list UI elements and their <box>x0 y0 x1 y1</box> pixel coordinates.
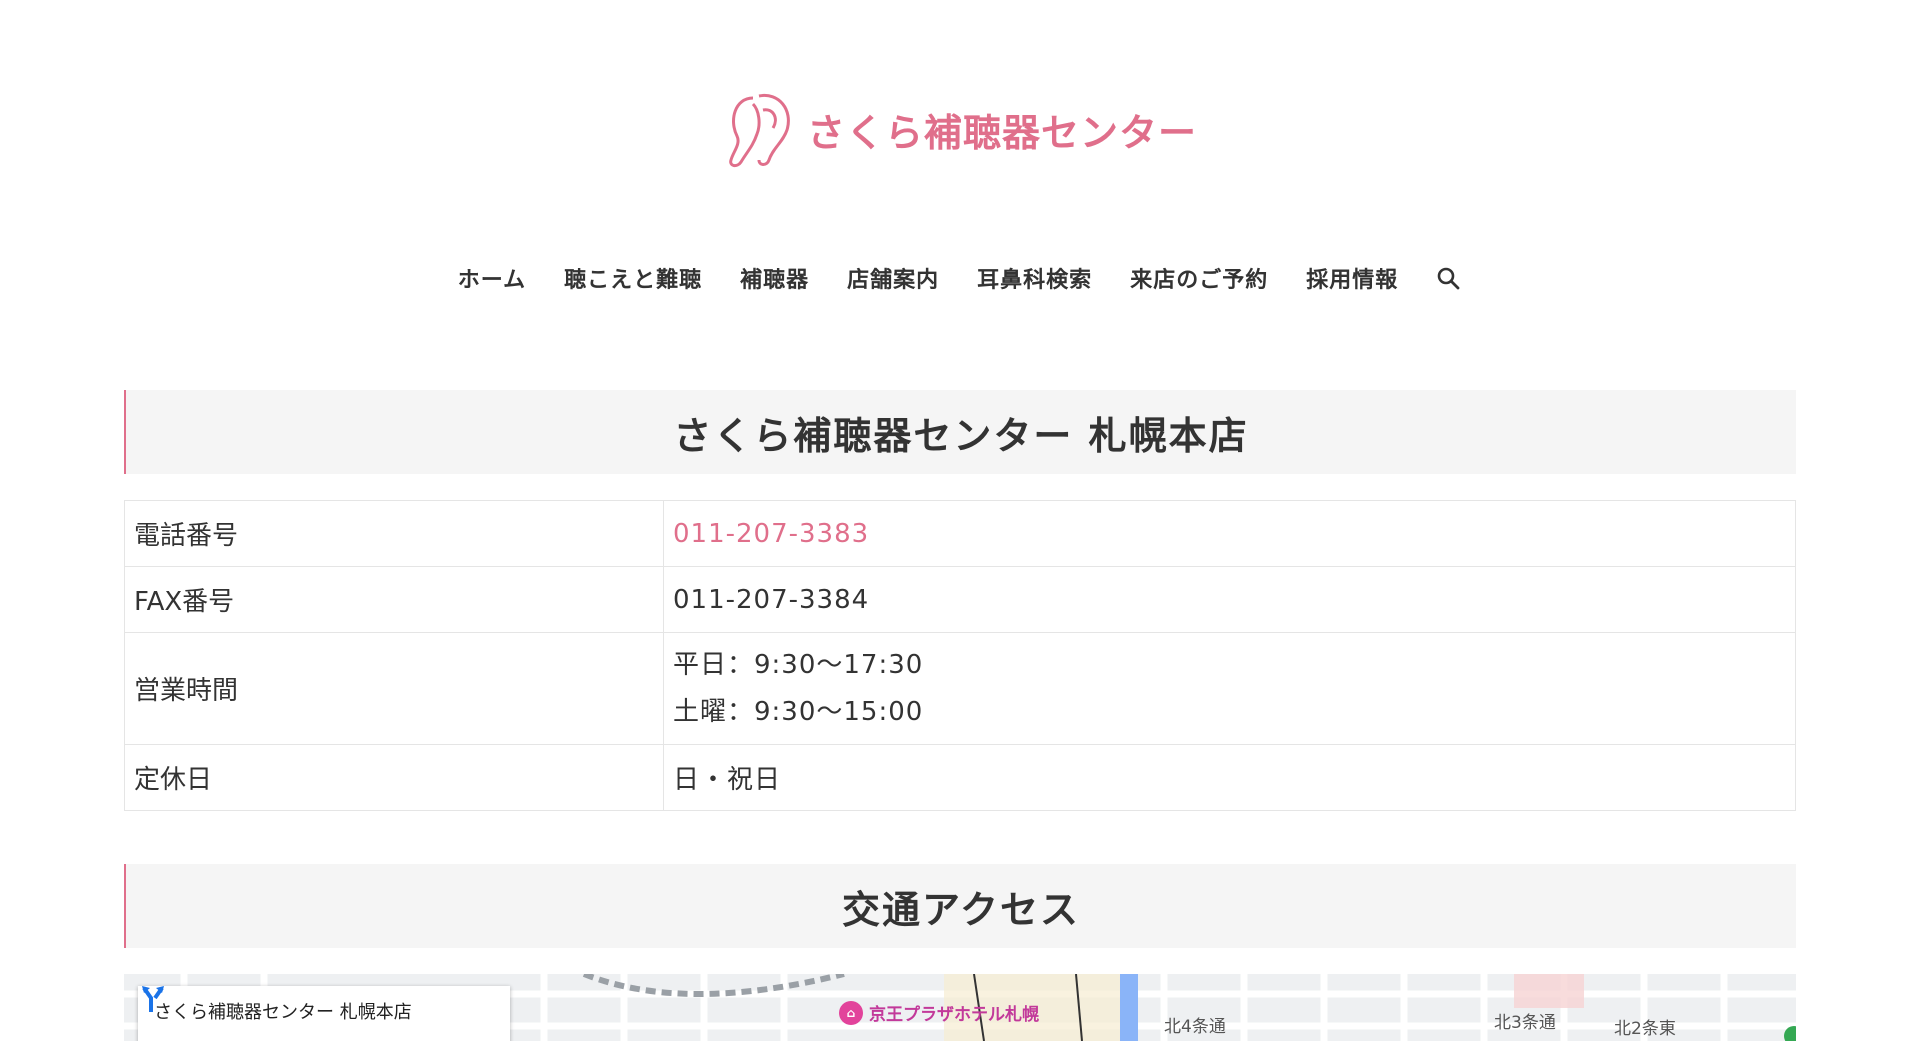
nav-item-hearing[interactable]: 聴こえと難聴 <box>564 262 702 294</box>
hotel-pin-icon: ⌂ <box>839 1000 863 1025</box>
hotel-map-label[interactable]: ⌂ 京王プラザホテル札幌 <box>839 1000 1039 1025</box>
table-row: 営業時間 平日：9:30〜17:30 土曜：9:30〜15:00 <box>124 632 1796 745</box>
access-heading-box: 交通アクセス <box>124 864 1796 948</box>
main-nav: ホーム 聴こえと難聴 補聴器 店舗案内 耳鼻科検索 来店のご予約 採用情報 <box>0 262 1920 294</box>
table-row: 電話番号 011-207-3383 <box>124 500 1796 567</box>
nav-item-home[interactable]: ホーム <box>458 262 526 294</box>
street-label: 北4条通 <box>1164 1017 1226 1037</box>
hours-saturday: 土曜：9:30〜15:00 <box>673 696 924 727</box>
table-row: FAX番号 011-207-3384 <box>124 566 1796 633</box>
store-title: さくら補聴器センター 札幌本店 <box>673 413 1249 458</box>
street-label: 北3条通 <box>1494 1013 1556 1033</box>
google-map[interactable]: さくら補聴器センター 札幌本店 ⌂ 京王プラザホテル札幌 北4条通 北3条通 北… <box>124 974 1796 1041</box>
store-heading-box: さくら補聴器センター 札幌本店 <box>124 390 1796 474</box>
nav-item-recruit[interactable]: 採用情報 <box>1306 262 1398 294</box>
hours-label: 営業時間 <box>124 632 664 745</box>
nav-item-hearing-aids[interactable]: 補聴器 <box>740 262 809 294</box>
hours-weekday: 平日：9:30〜17:30 <box>673 649 924 680</box>
page: さくら補聴器センター ホーム 聴こえと難聴 補聴器 店舗案内 耳鼻科検索 来店の… <box>0 0 1920 1041</box>
search-icon[interactable] <box>1436 265 1462 291</box>
nav-item-stores[interactable]: 店舗案内 <box>847 262 939 294</box>
map-place-card[interactable]: さくら補聴器センター 札幌本店 <box>138 986 510 1041</box>
ear-logo-icon <box>729 93 790 168</box>
fax-value: 011-207-3384 <box>663 566 1796 633</box>
closed-value: 日・祝日 <box>663 744 1796 811</box>
site-logo[interactable]: さくら補聴器センター <box>723 90 1197 168</box>
street-label: 北2条東 <box>1614 1019 1676 1039</box>
phone-cell: 011-207-3383 <box>663 500 1796 567</box>
phone-link[interactable]: 011-207-3383 <box>673 519 869 549</box>
closed-label: 定休日 <box>124 744 664 811</box>
table-row: 定休日 日・祝日 <box>124 744 1796 811</box>
logo-text: さくら補聴器センター <box>806 110 1198 155</box>
map-card-title: さくら補聴器センター 札幌本店 <box>154 1002 412 1023</box>
access-title: 交通アクセス <box>841 887 1081 932</box>
nav-item-reservation[interactable]: 来店のご予約 <box>1130 262 1268 294</box>
store-info-table: 電話番号 011-207-3383 FAX番号 011-207-3384 営業時… <box>124 500 1796 811</box>
hours-cell: 平日：9:30〜17:30 土曜：9:30〜15:00 <box>663 632 1796 745</box>
phone-label: 電話番号 <box>124 500 664 567</box>
directions-icon[interactable] <box>138 984 168 1014</box>
fax-label: FAX番号 <box>124 566 664 633</box>
hotel-name: 京王プラザホテル札幌 <box>869 1005 1039 1025</box>
nav-item-ent-search[interactable]: 耳鼻科検索 <box>977 262 1092 294</box>
